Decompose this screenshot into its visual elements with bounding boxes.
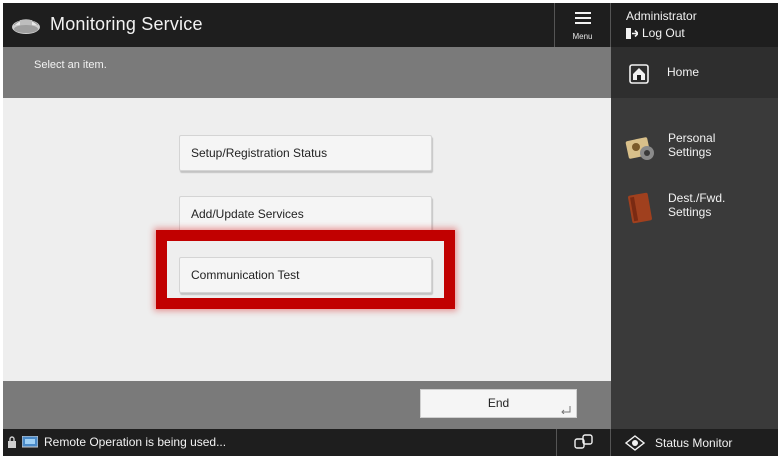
- network-status-button[interactable]: [556, 429, 611, 456]
- footer-bar: End: [3, 381, 611, 429]
- status-monitor-button[interactable]: Status Monitor: [625, 435, 732, 451]
- menu-icon: [575, 12, 591, 27]
- add-update-services-button[interactable]: Add/Update Services: [179, 196, 432, 232]
- status-monitor-icon: [625, 435, 645, 451]
- status-message: Remote Operation is being used...: [44, 435, 227, 449]
- menu-button[interactable]: Menu: [554, 3, 611, 47]
- enter-corner-icon: [561, 406, 571, 414]
- dest-fwd-settings-button[interactable]: Dest./Fwd. Settings: [611, 187, 778, 227]
- menu-label: Menu: [572, 32, 593, 41]
- logout-icon: [626, 27, 638, 39]
- logout-button[interactable]: Log Out: [626, 26, 685, 40]
- personal-settings-label: Personal Settings: [668, 131, 716, 159]
- communication-test-button[interactable]: Communication Test: [179, 257, 432, 293]
- user-name: Administrator: [626, 9, 697, 23]
- page-title: Monitoring Service: [50, 14, 203, 34]
- app-window: Monitoring Service Menu Administrator Lo…: [3, 3, 778, 456]
- end-button[interactable]: End: [420, 389, 577, 418]
- status-monitor-label: Status Monitor: [655, 436, 733, 450]
- end-label: End: [487, 396, 510, 410]
- home-button[interactable]: Home: [611, 47, 778, 98]
- header-bar: Monitoring Service: [3, 3, 554, 47]
- remote-monitor-icon: [22, 435, 38, 447]
- network-icon: [574, 434, 593, 449]
- instruction-text: Select an item.: [34, 59, 107, 71]
- device-logo-icon: [12, 19, 40, 34]
- user-area: Administrator Log Out: [611, 3, 778, 47]
- logout-label: Log Out: [642, 26, 685, 40]
- right-panel: Home Personal Settings Dest./Fwd. Settin…: [611, 47, 778, 429]
- status-bar: Remote Operation is being used... Status…: [3, 429, 778, 456]
- home-icon: [629, 64, 649, 84]
- personal-settings-button[interactable]: Personal Settings: [611, 127, 778, 167]
- address-book-icon: [628, 192, 652, 224]
- remote-operation-status: Remote Operation is being used...: [7, 435, 226, 449]
- instruction-bar: Select an item.: [3, 47, 611, 98]
- setup-registration-status-button[interactable]: Setup/Registration Status: [179, 135, 432, 171]
- dest-fwd-settings-label: Dest./Fwd. Settings: [668, 191, 726, 219]
- personal-settings-icon: [625, 137, 654, 160]
- lock-icon: [8, 436, 16, 448]
- content-area: Setup/Registration Status Add/Update Ser…: [3, 98, 611, 381]
- home-label: Home: [667, 65, 700, 79]
